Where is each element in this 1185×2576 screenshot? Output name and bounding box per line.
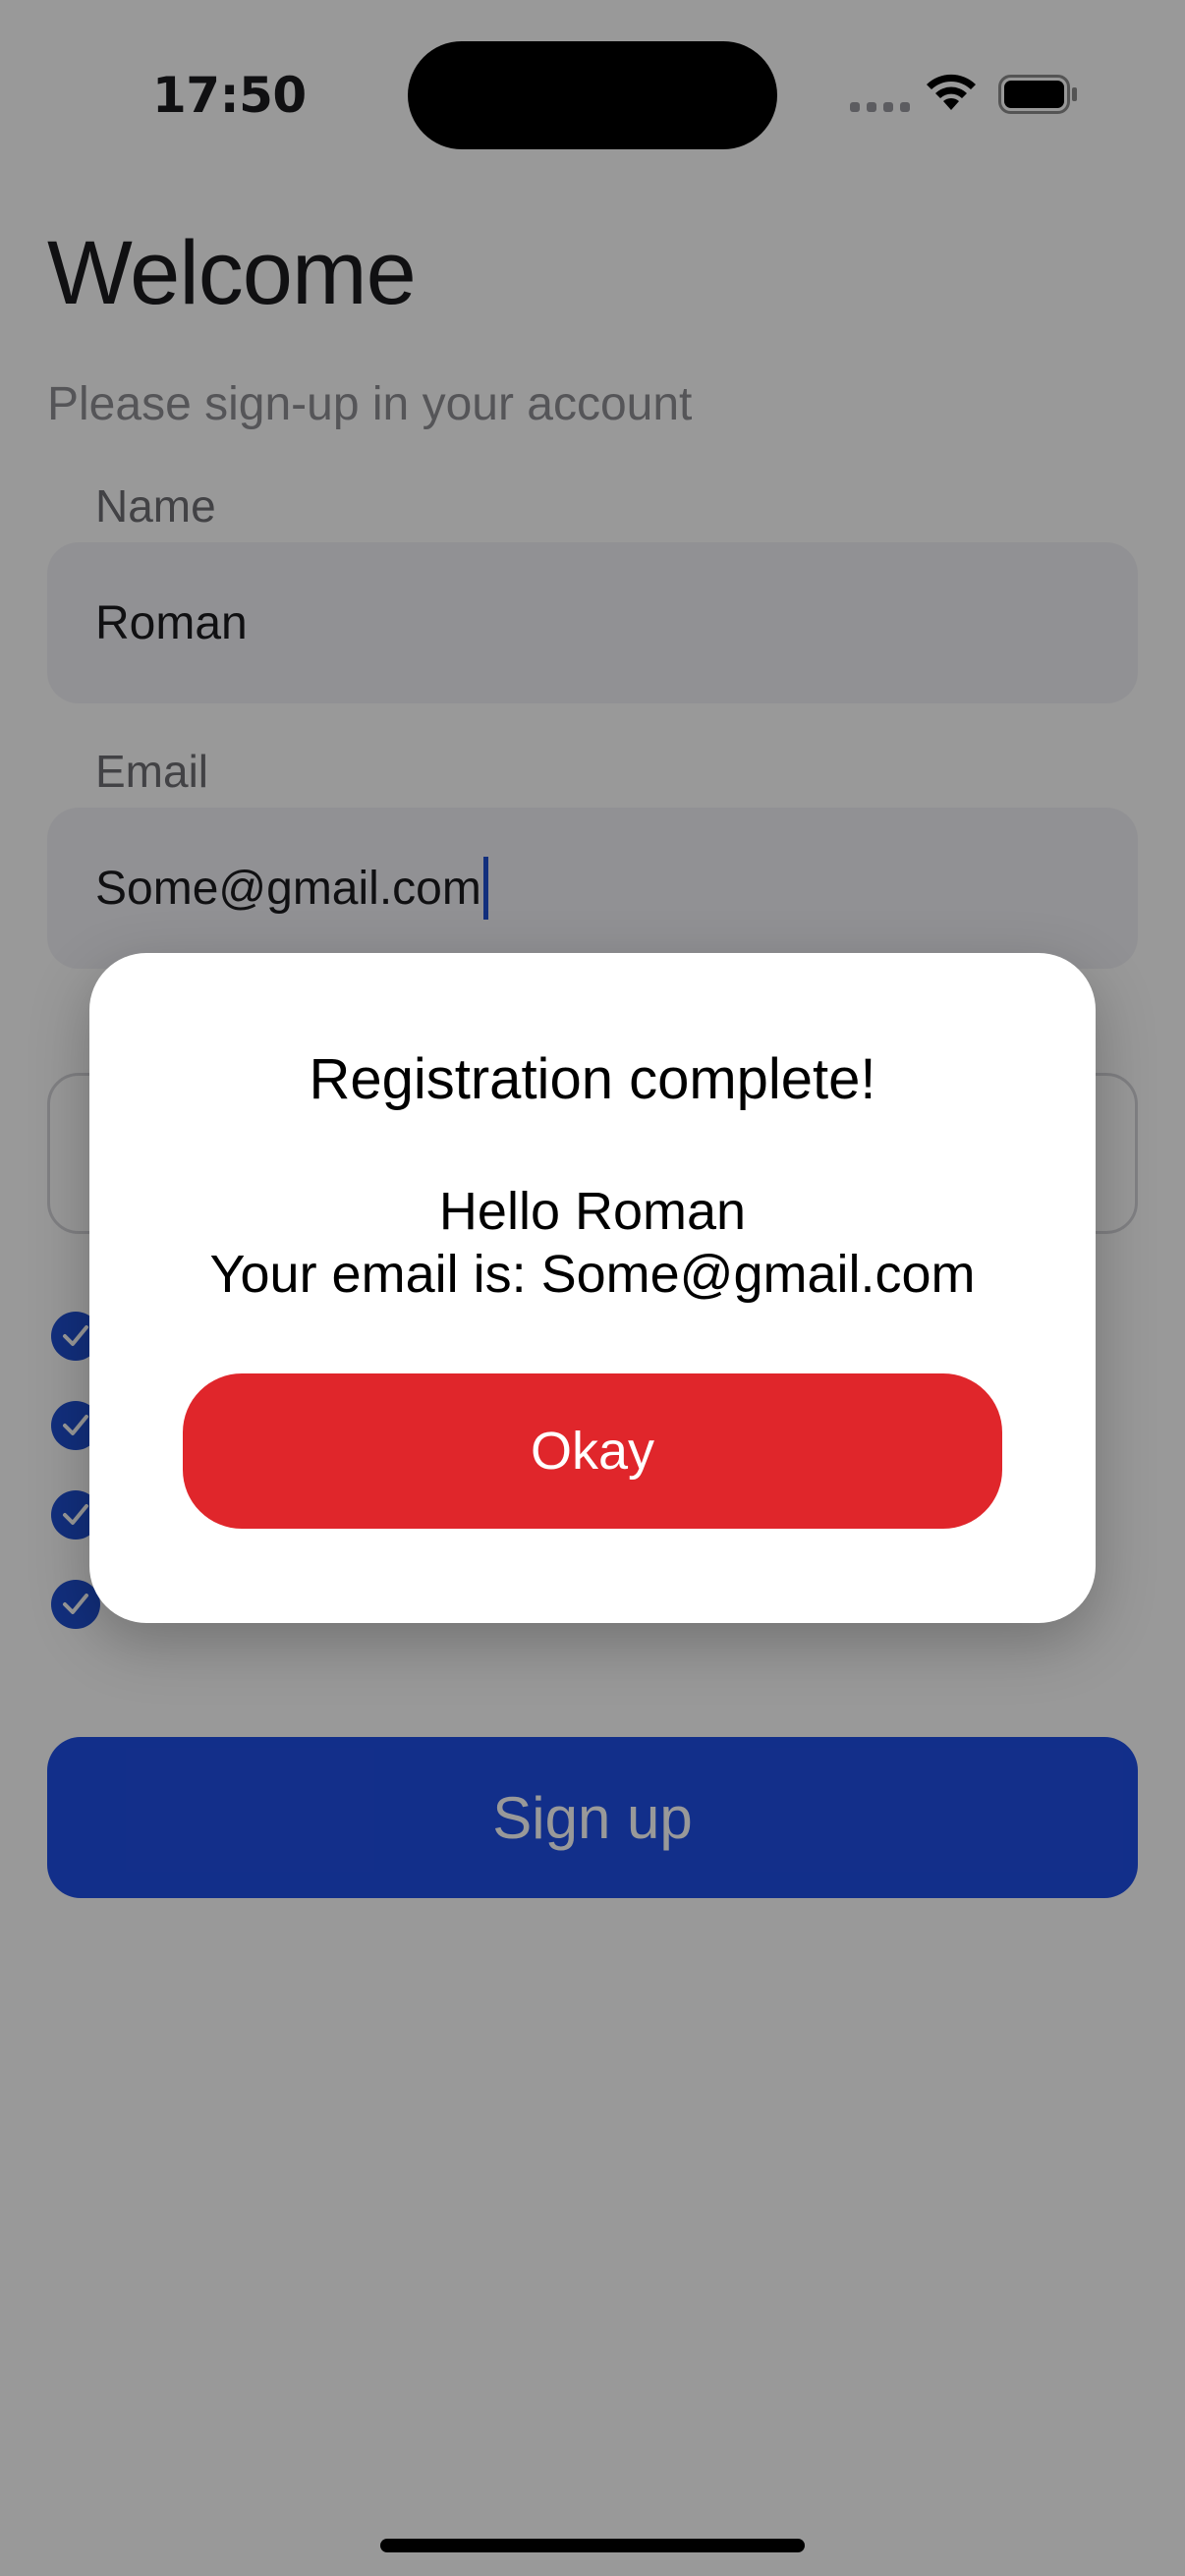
- home-indicator[interactable]: [380, 2539, 805, 2552]
- dialog-greeting: Hello Roman: [438, 1182, 747, 1241]
- registration-dialog: Registration complete! Hello Roman Your …: [89, 953, 1096, 1623]
- dialog-email-line: Your email is: Some@gmail.com: [209, 1245, 976, 1304]
- dialog-title: Registration complete!: [309, 1047, 876, 1111]
- okay-button[interactable]: Okay: [183, 1373, 1002, 1529]
